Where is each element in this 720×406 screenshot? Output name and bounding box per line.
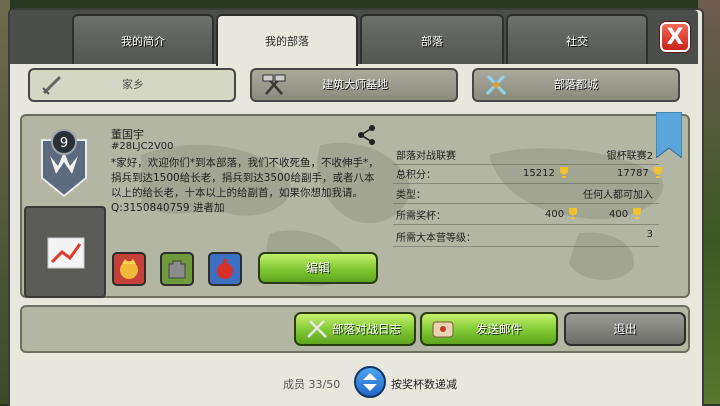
potion-icon (217, 259, 233, 279)
stat-value-home: 400 (545, 207, 579, 220)
clan-perks-button[interactable] (112, 252, 146, 286)
sword-icon (42, 75, 62, 95)
edit-button[interactable]: 编辑 (258, 252, 378, 284)
leave-clan-button[interactable]: 退出 (564, 312, 686, 346)
tab-my-clan[interactable]: 我的部落 (216, 14, 358, 66)
stat-value: 3 (646, 229, 653, 240)
crossed-swords-icon (307, 320, 327, 338)
clan-name: 董国宇 (111, 128, 144, 141)
clan-description: *家好，欢迎你们*到本部落，我们不收死鱼，不收伸手*，捐兵到达1500给长老，捐… (111, 157, 379, 214)
send-mail-button[interactable]: 发送邮件 (420, 312, 558, 346)
stat-row-war-league: 部落对战联赛 银杯联赛2 (393, 144, 659, 165)
castle-icon (168, 260, 186, 279)
stat-value-builder: 17787 (617, 166, 664, 179)
stat-label: 总积分： (396, 170, 436, 181)
subtab-home-village[interactable]: 家乡 (28, 68, 236, 102)
sort-updown-icon (363, 373, 377, 391)
member-count: 成员 33/50 (283, 378, 341, 391)
clan-games-button[interactable] (208, 252, 242, 286)
stat-value-home: 15212 (523, 166, 570, 179)
trophy-icon (654, 167, 662, 178)
war-log-button[interactable]: 部落对战日志 (294, 312, 416, 346)
subtab-label: 部落都城 (554, 78, 598, 91)
stat-value: 银杯联赛2 (606, 151, 653, 162)
sort-button[interactable] (354, 366, 386, 398)
league-ribbon-icon (656, 112, 682, 158)
send-mail-label: 发送邮件 (476, 322, 522, 336)
trend-chart-icon (47, 237, 85, 269)
subtab-label: 建筑大师基地 (322, 78, 388, 91)
stat-label: 部落对战联赛 (396, 151, 456, 162)
stat-row-type: 类型： 任何人都可加入 (393, 183, 659, 204)
close-icon: X (666, 25, 684, 50)
stat-row-required-trophies: 所需奖杯： 400 400 (393, 204, 659, 225)
stat-label: 所需大本营等级： (396, 233, 476, 244)
clan-badge: 9 (41, 129, 87, 198)
crossed-swords-icon (485, 74, 507, 96)
sort-label: 按奖杯数递减 (391, 378, 457, 391)
close-button[interactable]: X (660, 22, 690, 52)
clan-tag: #28LJC2V00 (111, 141, 174, 152)
trophy-icon (560, 167, 568, 178)
subtab-clan-capital[interactable]: 部落都城 (472, 68, 680, 102)
stat-label: 类型： (396, 190, 426, 201)
crown-badge-icon (120, 259, 138, 279)
subtab-builder-base[interactable]: 建筑大师基地 (250, 68, 458, 102)
tab-clans[interactable]: 部落 (360, 14, 504, 64)
tab-my-profile[interactable]: 我的简介 (72, 14, 214, 64)
mail-icon (432, 321, 454, 338)
stat-row-total-points: 总积分： 15212 17787 (393, 163, 662, 184)
stat-value-builder: 400 (609, 207, 643, 220)
war-log-label: 部落对战日志 (332, 322, 401, 336)
clan-castle-button[interactable] (160, 252, 194, 286)
stat-label: 所需奖杯： (396, 211, 446, 222)
clan-level: 9 (60, 136, 68, 151)
subtab-label: 家乡 (122, 78, 144, 91)
crossed-hammers-icon (262, 74, 286, 95)
stat-row-required-th: 所需大本营等级： 3 (393, 226, 659, 247)
tab-social[interactable]: 社交 (506, 14, 648, 64)
trophy-icon (633, 208, 642, 219)
clan-stats-button[interactable] (24, 206, 106, 298)
trophy-icon (569, 208, 578, 219)
stat-value: 任何人都可加入 (583, 190, 653, 201)
share-icon[interactable] (356, 124, 378, 146)
